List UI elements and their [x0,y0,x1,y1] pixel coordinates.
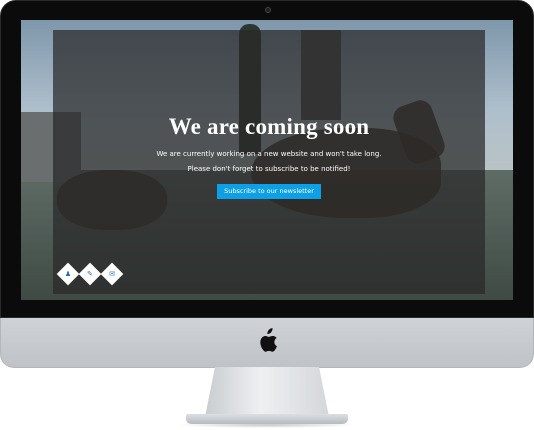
monitor-stand [205,367,329,417]
description-line-1: We are currently working on a new websit… [156,150,382,158]
page-title: We are coming soon [168,114,370,139]
person-icon: ♟ [64,270,72,278]
apple-logo-icon [260,328,277,352]
description-line-2: Please don't forget to subscribe to be n… [187,165,351,173]
monitor-base [186,414,348,424]
social-button-mail[interactable]: ✉ [100,262,124,286]
camera [265,7,271,13]
mail-icon: ✉ [109,270,115,278]
hero-content: We are coming soon We are currently work… [53,112,485,199]
social-button-person[interactable]: ♟ [56,262,80,286]
social-button-pencil[interactable]: ✎ [78,262,102,286]
subscribe-button[interactable]: Subscribe to our newsletter [217,184,321,199]
pencil-icon: ✎ [87,270,93,278]
